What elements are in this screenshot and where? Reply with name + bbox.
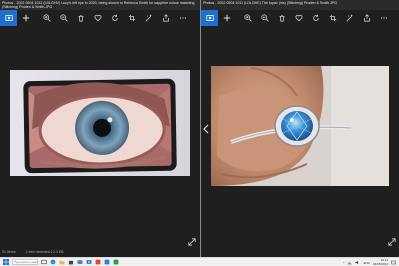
zoom-in-icon — [244, 14, 252, 22]
more-icon — [380, 17, 388, 19]
taskbar-edge[interactable] — [50, 259, 56, 265]
share-icon — [364, 14, 370, 22]
windows-logo-icon — [3, 259, 9, 265]
more-icon — [179, 17, 187, 19]
zoom-in-icon — [43, 14, 51, 22]
rotate-icon — [313, 14, 319, 21]
favorite-button[interactable] — [292, 11, 306, 25]
window-title-line-2: (Stitching) Pruden & Smith.JPG — [2, 5, 53, 9]
rotate-button[interactable] — [108, 11, 122, 25]
task-view-button[interactable] — [41, 259, 47, 265]
status-bar: 51 items 1 item selected 12.4 KB — [0, 246, 200, 257]
fullscreen-icon[interactable] — [388, 238, 396, 246]
add-button[interactable] — [220, 11, 234, 25]
main-photo-eye-on-phone[interactable] — [10, 70, 190, 176]
rotate-icon — [112, 14, 118, 21]
add-button[interactable] — [19, 11, 33, 25]
folder-icon — [59, 260, 65, 265]
zoom-out-icon — [261, 14, 269, 22]
network-icon[interactable] — [347, 260, 352, 265]
crop-icon — [128, 14, 136, 22]
photo-icon — [205, 15, 214, 21]
more-button[interactable] — [176, 11, 190, 25]
photos-toolbar — [201, 10, 399, 26]
crop-button[interactable] — [125, 11, 139, 25]
photos-app-icon — [86, 260, 92, 264]
ring-photo-illustration — [211, 66, 389, 186]
notification-icon[interactable] — [391, 260, 396, 265]
chevron-up-icon[interactable]: ^ — [343, 261, 344, 265]
heart-icon — [295, 14, 303, 22]
photo-mode-button[interactable] — [0, 10, 17, 26]
zoom-out-button[interactable] — [258, 11, 272, 25]
photos-toolbar — [0, 10, 200, 26]
taskbar-search-input[interactable]: Type here to search — [12, 259, 38, 265]
language-indicator[interactable]: ENG — [363, 261, 370, 265]
volume-icon[interactable] — [355, 260, 360, 265]
photo-mode-button[interactable] — [201, 10, 218, 26]
item-count: 51 items — [2, 249, 16, 254]
favorite-button[interactable] — [91, 11, 105, 25]
task-view-icon — [41, 259, 47, 265]
clock-date: 04/05/2022 — [372, 261, 388, 266]
photo-icon — [4, 15, 13, 21]
window-title-line-1: Photos - 2022 0504 1011 (LDLGHE) The top… — [203, 1, 338, 5]
enhance-icon — [145, 14, 152, 22]
delete-button[interactable] — [275, 11, 289, 25]
app-icon — [104, 259, 110, 265]
delete-button[interactable] — [74, 11, 88, 25]
zoom-in-button[interactable] — [40, 11, 54, 25]
rotate-button[interactable] — [309, 11, 323, 25]
zoom-in-button[interactable] — [241, 11, 255, 25]
taskbar-store[interactable] — [68, 259, 74, 265]
crop-button[interactable] — [326, 11, 340, 25]
zoom-out-button[interactable] — [57, 11, 71, 25]
share-button[interactable] — [159, 11, 173, 25]
system-tray: ^ ENG 10:11 04/05/2022 — [343, 258, 396, 266]
delete-icon — [279, 15, 285, 22]
main-photo-topaz-ring[interactable] — [211, 66, 389, 186]
crop-icon — [329, 14, 337, 22]
taskbar-clock[interactable]: 10:11 04/05/2022 — [372, 258, 388, 266]
app-icon — [113, 259, 119, 265]
window-title-bar[interactable]: Photos - 2022 0504 1011 (LDLGHE) The top… — [201, 0, 399, 10]
add-icon — [223, 14, 231, 22]
eye-photo-illustration — [10, 70, 190, 176]
taskbar-file-explorer[interactable] — [59, 259, 65, 265]
share-icon — [163, 14, 169, 22]
window-title-bar[interactable]: Photos - 2022 0504 1012 (LDLGHV) Lucy's … — [0, 0, 200, 10]
taskbar-app-blue[interactable] — [104, 259, 110, 265]
taskbar-mail[interactable] — [77, 259, 83, 265]
share-button[interactable] — [360, 11, 374, 25]
windows-taskbar: Type here to search ^ ENG 10:11 04/05/20… — [0, 257, 399, 266]
heart-icon — [94, 14, 102, 22]
taskbar-photos[interactable] — [86, 259, 92, 265]
mail-icon — [77, 260, 83, 264]
previous-photo-chevron-icon[interactable] — [203, 124, 209, 134]
more-button[interactable] — [377, 11, 391, 25]
start-button[interactable] — [3, 259, 9, 265]
app-icon — [95, 259, 101, 265]
browser-icon — [50, 259, 56, 265]
taskbar-app-red[interactable] — [95, 259, 101, 265]
enhance-button[interactable] — [343, 11, 357, 25]
selected-info: 1 item selected 12.4 KB — [25, 249, 64, 254]
fullscreen-icon[interactable] — [188, 238, 196, 246]
photos-window-left: Photos - 2022 0504 1012 (LDLGHV) Lucy's … — [0, 0, 200, 257]
taskbar-app-green[interactable] — [113, 259, 119, 265]
enhance-icon — [346, 14, 353, 22]
zoom-out-icon — [60, 14, 68, 22]
delete-icon — [78, 15, 84, 22]
enhance-button[interactable] — [142, 11, 156, 25]
store-icon — [68, 260, 74, 265]
add-icon — [22, 14, 30, 22]
